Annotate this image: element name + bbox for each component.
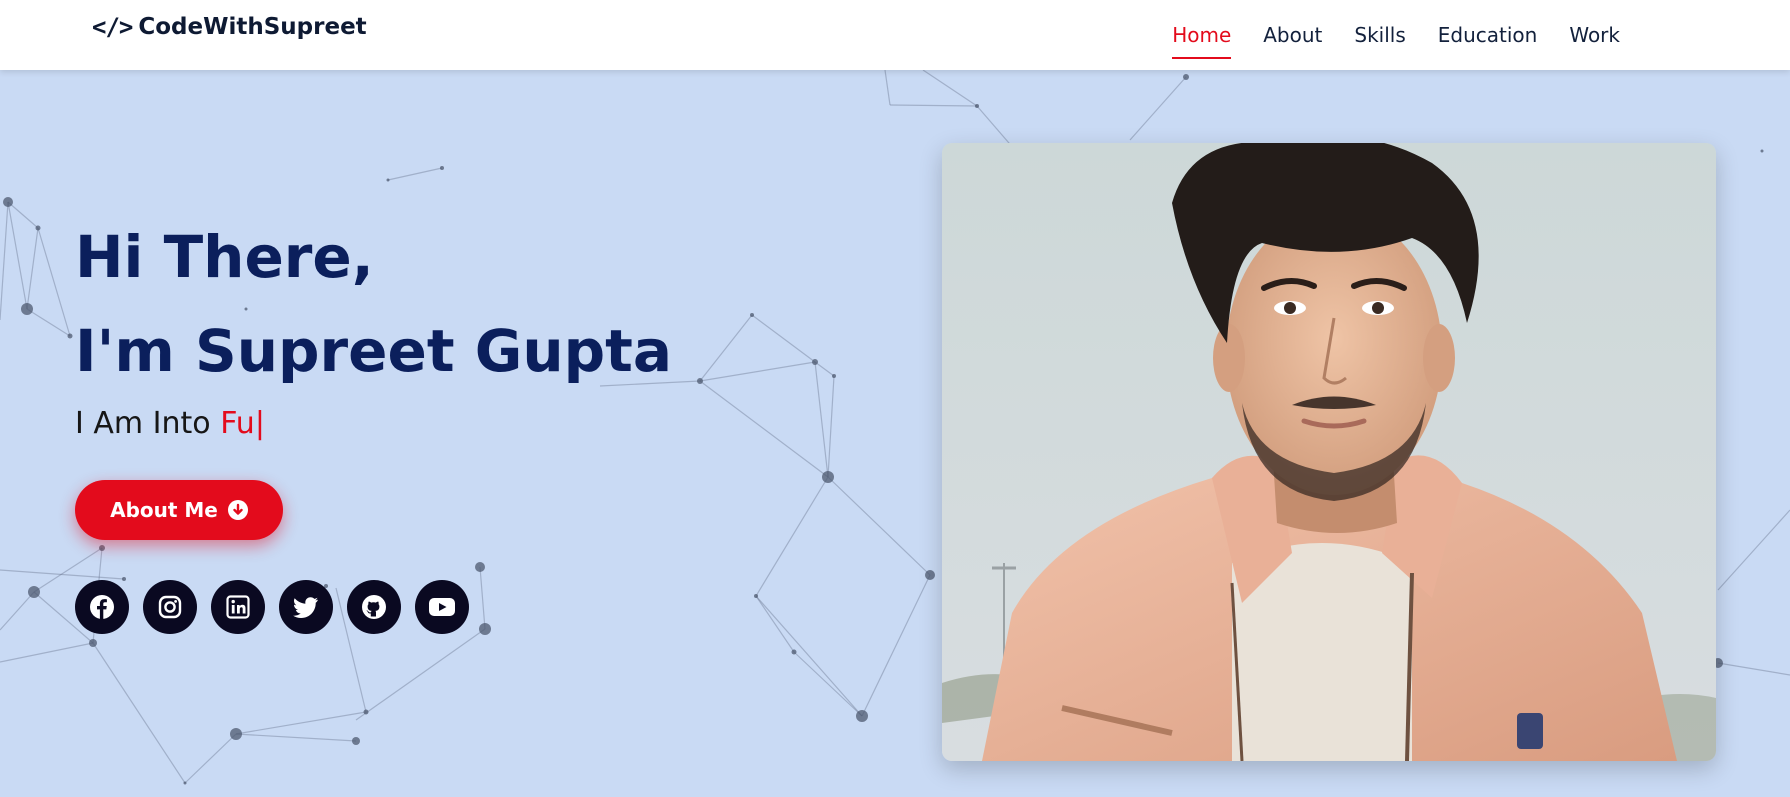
github-icon[interactable]	[347, 580, 401, 634]
hero-heading: Hi There, I'm Supreet Gupta	[75, 210, 672, 398]
nav-link-skills[interactable]: Skills	[1354, 17, 1405, 53]
linkedin-icon[interactable]	[211, 580, 265, 634]
arrow-circle-down-icon	[227, 500, 248, 520]
navbar: </> CodeWithSupreet Home About Skills Ed…	[0, 0, 1790, 70]
nav-links: Home About Skills Education Work	[1172, 0, 1620, 70]
portrait-illustration	[942, 143, 1716, 761]
hero-section: Hi There, I'm Supreet Gupta I Am Into Fu…	[75, 210, 672, 634]
instagram-icon[interactable]	[143, 580, 197, 634]
twitter-icon[interactable]	[279, 580, 333, 634]
facebook-icon[interactable]	[75, 580, 129, 634]
site-logo[interactable]: </> CodeWithSupreet	[92, 13, 367, 41]
logo-text: CodeWithSupreet	[138, 14, 367, 40]
profile-photo	[942, 143, 1716, 761]
greeting-line-2: I'm Supreet Gupta	[75, 317, 673, 385]
hero-tagline: I Am Into Fu|	[75, 406, 672, 441]
typed-text: Fu|	[220, 406, 265, 441]
about-me-button[interactable]: About Me	[75, 480, 283, 540]
nav-link-about[interactable]: About	[1263, 17, 1322, 53]
about-me-label: About Me	[110, 498, 218, 522]
social-links	[75, 580, 469, 634]
tagline-prefix: I Am Into	[75, 406, 221, 441]
nav-link-home[interactable]: Home	[1172, 17, 1232, 59]
nav-link-education[interactable]: Education	[1438, 17, 1538, 53]
code-icon: </>	[92, 13, 133, 41]
youtube-icon[interactable]	[415, 580, 469, 634]
greeting-line-1: Hi There,	[75, 223, 374, 291]
nav-link-work[interactable]: Work	[1569, 17, 1620, 53]
